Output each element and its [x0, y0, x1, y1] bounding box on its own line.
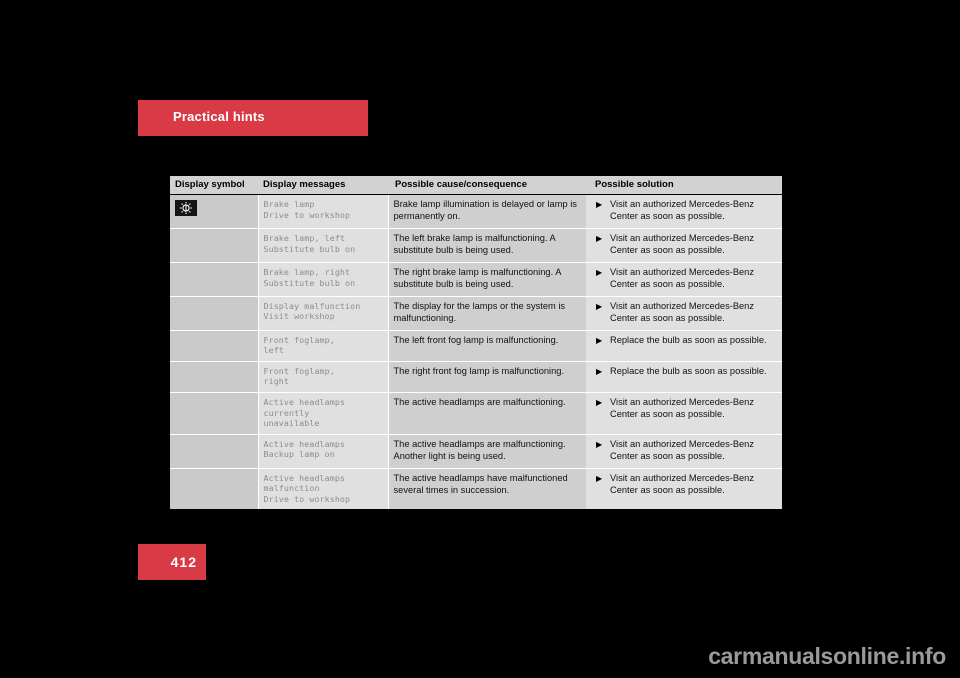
solution-line: ▶ Replace the bulb as soon as possible. — [591, 335, 776, 347]
table-header: Display symbol Display messages Possible… — [170, 176, 782, 196]
cell-display-message: Brake lamp, right Substitute bulb on — [258, 262, 388, 297]
brake-lamp-indicator-icon — [175, 200, 197, 217]
cell-possible-cause: The left brake lamp is malfunctioning. A… — [387, 228, 586, 263]
column-header-display-messages: Display messages — [258, 176, 388, 196]
solution-line: ▶ Visit an authorized Mercedes-Benz Cente… — [591, 199, 776, 223]
solution-text: Visit an authorized Mercedes-Benz Center… — [610, 472, 755, 495]
table-row: Brake lamp, right Substitute bulb on The … — [170, 262, 782, 297]
column-header-possible-cause: Possible cause/consequence — [388, 176, 586, 196]
triangle-bullet-icon: ▶ — [596, 268, 603, 277]
cell-display-message: Brake lamp Drive to workshop — [258, 194, 388, 230]
solution-line: ▶ Visit an authorized Mercedes-Benz Cente… — [591, 301, 776, 325]
table-body: Brake lamp Drive to workshop Brake lamp i… — [170, 194, 782, 510]
cell-possible-solution: ▶ Visit an authorized Mercedes-Benz Cente… — [586, 228, 782, 263]
cell-display-symbol — [170, 228, 259, 263]
solution-text: Visit an authorized Mercedes-Benz Center… — [610, 267, 755, 289]
source-watermark: carmanualsonline.info — [708, 643, 946, 669]
solution-line: ▶ Visit an authorized Mercedes-Benz Cente… — [591, 473, 776, 497]
table-header-row: Display symbol Display messages Possible… — [170, 176, 782, 196]
cell-display-message: Active headlamps currently unavailable — [258, 392, 388, 435]
cell-display-symbol — [170, 296, 259, 331]
cell-display-message: Active headlamps Backup lamp on — [258, 434, 388, 469]
triangle-bullet-icon: ▶ — [596, 439, 603, 449]
cell-display-symbol — [170, 194, 259, 230]
cell-possible-solution: ▶ Visit an authorized Mercedes-Benz Cente… — [586, 468, 782, 510]
cell-possible-solution: ▶ Replace the bulb as soon as possible. — [586, 330, 782, 362]
cell-display-message: Brake lamp, left Substitute bulb on — [258, 228, 388, 263]
cell-possible-cause: The active headlamps have malfunctioned … — [387, 468, 586, 510]
solution-text: Visit an authorized Mercedes-Benz Center… — [610, 300, 755, 323]
solution-line: ▶ Visit an authorized Mercedes-Benz Cente… — [591, 397, 776, 421]
triangle-bullet-icon: ▶ — [596, 200, 603, 210]
cell-possible-cause: Brake lamp illumination is delayed or la… — [387, 194, 586, 230]
table-row: Active headlamps Backup lamp on The activ… — [170, 434, 782, 469]
section-banner: Practical hints — [138, 100, 368, 136]
solution-line: ▶ Visit an authorized Mercedes-Benz Cente… — [591, 233, 776, 257]
display-messages-table: Display symbol Display messages Possible… — [170, 176, 782, 510]
cell-display-message: Front foglamp, left — [258, 330, 388, 362]
solution-text: Visit an authorized Mercedes-Benz Center… — [610, 438, 755, 461]
table-row: Display malfunction Visit workshop The di… — [170, 296, 782, 331]
column-header-display-symbol: Display symbol — [170, 176, 258, 196]
solution-line: ▶ Visit an authorized Mercedes-Benz Cente… — [591, 439, 776, 463]
triangle-bullet-icon: ▶ — [596, 335, 603, 345]
cell-display-symbol — [170, 262, 259, 297]
cell-possible-solution: ▶ Visit an authorized Mercedes-Benz Cente… — [586, 434, 782, 469]
cell-possible-solution: ▶ Visit an authorized Mercedes-Benz Cente… — [586, 194, 782, 230]
cell-display-message: Front foglamp, right — [258, 361, 388, 394]
cell-possible-cause: The active headlamps are malfunctioning. — [387, 392, 586, 435]
cell-display-message: Active headlamps malfunction Drive to wo… — [258, 468, 388, 510]
triangle-bullet-icon: ▶ — [596, 234, 603, 244]
cell-possible-cause: The left front fog lamp is malfunctionin… — [387, 330, 586, 362]
solution-text: Visit an authorized Mercedes-Benz Center… — [610, 397, 755, 419]
page-number-block: 412 — [138, 544, 206, 580]
solution-line: ▶ Replace the bulb as soon as possible. — [591, 366, 776, 378]
solution-text: Visit an authorized Mercedes-Benz Center… — [610, 199, 755, 222]
table-row: Brake lamp Drive to workshop Brake lamp i… — [170, 194, 782, 230]
table-row: Active headlamps malfunction Drive to wo… — [170, 468, 782, 510]
cell-possible-cause: The right brake lamp is malfunctioning. … — [387, 262, 586, 297]
cell-possible-cause: The right front fog lamp is malfunctioni… — [387, 361, 586, 394]
cell-display-symbol — [170, 468, 259, 510]
triangle-bullet-icon: ▶ — [596, 366, 603, 376]
cell-display-symbol — [170, 361, 259, 394]
cell-possible-solution: ▶ Visit an authorized Mercedes-Benz Cente… — [586, 392, 782, 435]
cell-possible-cause: The active headlamps are malfunctioning.… — [387, 434, 586, 469]
cell-display-symbol — [170, 434, 259, 469]
column-header-possible-solution: Possible solution — [586, 176, 782, 196]
page-number: 412 — [170, 554, 197, 570]
cell-possible-solution: ▶ Visit an authorized Mercedes-Benz Cente… — [586, 262, 782, 297]
table-row: Front foglamp, right The right front fog … — [170, 361, 782, 394]
table-row: Front foglamp, left The left front fog la… — [170, 330, 782, 362]
cell-possible-solution: ▶ Visit an authorized Mercedes-Benz Cente… — [586, 296, 782, 331]
solution-text: Replace the bulb as soon as possible. — [610, 365, 767, 376]
table-row: Brake lamp, left Substitute bulb on The l… — [170, 228, 782, 263]
cell-display-symbol — [170, 330, 259, 362]
table-row: Active headlamps currently unavailable Th… — [170, 392, 782, 435]
cell-display-message: Display malfunction Visit workshop — [258, 296, 388, 331]
solution-line: ▶ Visit an authorized Mercedes-Benz Cente… — [591, 267, 776, 291]
triangle-bullet-icon: ▶ — [596, 398, 603, 407]
solution-text: Replace the bulb as soon as possible. — [610, 334, 767, 345]
triangle-bullet-icon: ▶ — [596, 473, 603, 483]
triangle-bullet-icon: ▶ — [596, 301, 603, 311]
cell-display-symbol — [170, 392, 259, 435]
section-title: Practical hints — [173, 109, 265, 124]
cell-possible-solution: ▶ Replace the bulb as soon as possible. — [586, 361, 782, 394]
cell-possible-cause: The display for the lamps or the system … — [387, 296, 586, 331]
solution-text: Visit an authorized Mercedes-Benz Center… — [610, 233, 755, 256]
